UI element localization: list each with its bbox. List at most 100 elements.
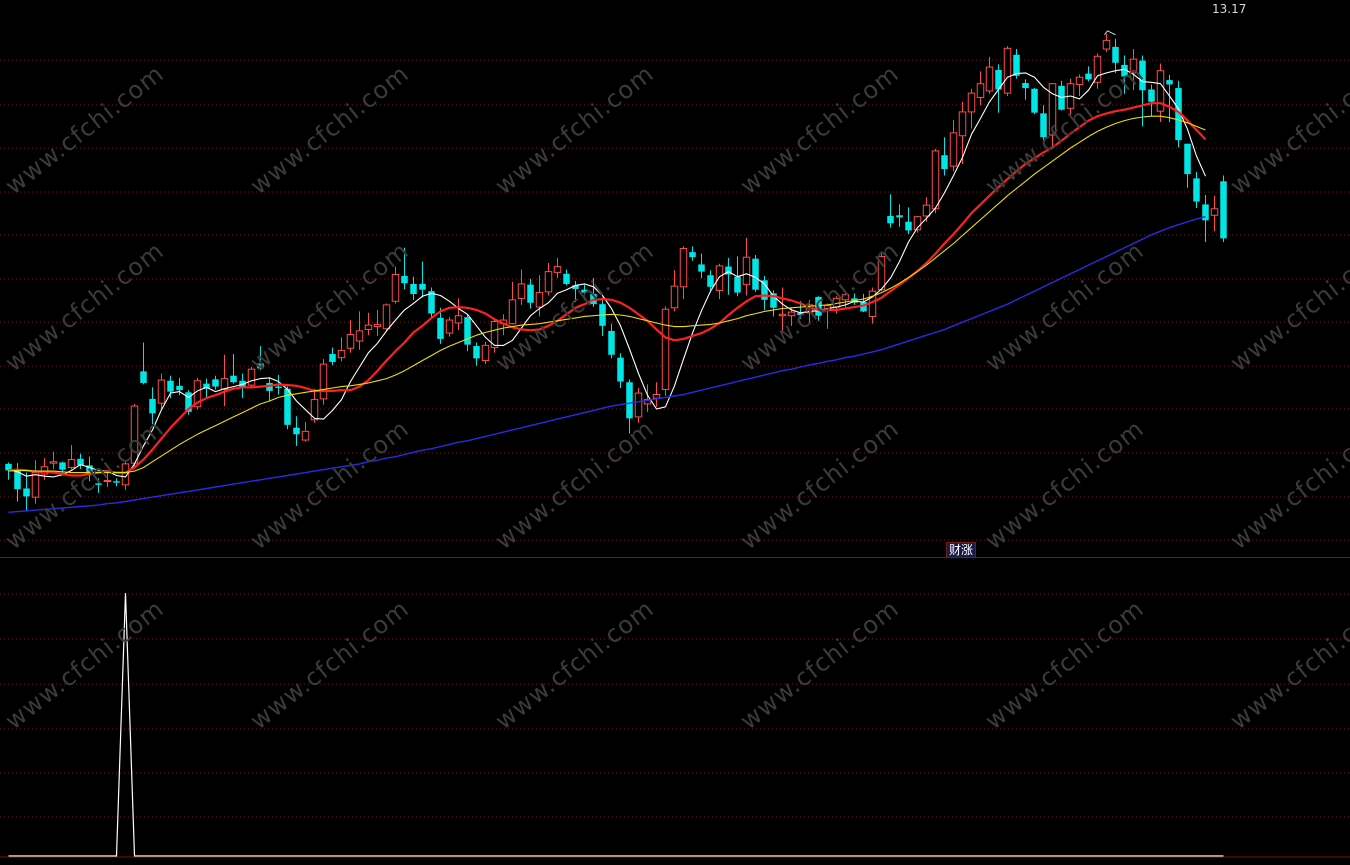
candle-body bbox=[634, 392, 643, 418]
candle-body bbox=[157, 379, 166, 404]
candle bbox=[310, 388, 319, 423]
candle-body bbox=[734, 276, 741, 293]
candle bbox=[626, 379, 633, 434]
candle-body bbox=[922, 204, 931, 217]
ma60-line bbox=[8, 216, 1206, 513]
candle-body bbox=[149, 398, 156, 414]
candle bbox=[661, 306, 670, 396]
candle-body bbox=[679, 248, 688, 288]
candle-body bbox=[257, 363, 264, 369]
candle-body bbox=[1085, 73, 1092, 80]
candle bbox=[293, 416, 300, 446]
candle bbox=[149, 387, 156, 425]
candle bbox=[563, 269, 570, 286]
candle bbox=[860, 294, 867, 313]
candle bbox=[1022, 79, 1029, 100]
candle-body bbox=[319, 363, 328, 400]
candle bbox=[1184, 143, 1191, 188]
candle bbox=[346, 320, 355, 353]
candle-body bbox=[707, 275, 714, 287]
candle bbox=[1040, 105, 1047, 143]
candle-body bbox=[230, 375, 237, 383]
candle-body bbox=[617, 357, 624, 382]
candle-body bbox=[113, 481, 120, 483]
candle-body bbox=[877, 255, 886, 291]
candle bbox=[725, 257, 732, 295]
candle bbox=[329, 347, 336, 365]
candle bbox=[1220, 175, 1227, 243]
candle bbox=[67, 445, 76, 470]
candle-body bbox=[247, 368, 256, 386]
candle-body bbox=[1040, 113, 1047, 138]
candle bbox=[212, 375, 219, 390]
candle bbox=[167, 375, 174, 399]
candle-body bbox=[337, 349, 346, 359]
candle-body bbox=[176, 385, 183, 391]
candle-body bbox=[419, 283, 426, 290]
candle-body bbox=[445, 319, 454, 334]
candle bbox=[599, 297, 606, 336]
candle bbox=[1102, 33, 1111, 52]
indicator-title: 财涨 bbox=[946, 542, 977, 558]
candle bbox=[652, 382, 661, 407]
candle bbox=[454, 298, 463, 331]
candle-body bbox=[437, 317, 444, 339]
candle-body bbox=[626, 382, 633, 419]
candle-body bbox=[481, 344, 490, 362]
candle bbox=[752, 255, 759, 292]
candle-body bbox=[130, 405, 139, 464]
candle bbox=[941, 137, 948, 176]
candle-body bbox=[301, 430, 310, 441]
ma20-line bbox=[8, 115, 1206, 474]
candle bbox=[761, 275, 768, 310]
candle bbox=[1066, 78, 1075, 117]
candle-body bbox=[140, 371, 147, 383]
candle-body bbox=[401, 275, 408, 284]
candle bbox=[958, 101, 967, 164]
candle bbox=[86, 456, 93, 482]
candle-body bbox=[581, 289, 588, 293]
candle bbox=[140, 342, 147, 385]
candle-body bbox=[284, 388, 291, 425]
candle-body bbox=[373, 323, 382, 328]
candle bbox=[698, 253, 705, 279]
candle-body bbox=[742, 256, 751, 286]
candle-body bbox=[949, 132, 958, 167]
candle-body bbox=[553, 266, 562, 273]
candle-body bbox=[95, 483, 102, 485]
candle bbox=[896, 204, 903, 227]
candle bbox=[473, 342, 480, 366]
candle bbox=[679, 246, 688, 300]
candle bbox=[778, 287, 787, 334]
candle bbox=[301, 421, 310, 442]
candle-body bbox=[382, 304, 391, 330]
candle bbox=[590, 278, 597, 308]
candle-body bbox=[67, 459, 76, 469]
candle-body bbox=[698, 264, 705, 272]
candle bbox=[967, 88, 976, 129]
candle-body bbox=[167, 380, 174, 392]
candle-body bbox=[941, 155, 948, 170]
candle bbox=[355, 311, 364, 350]
price-panel bbox=[0, 30, 1350, 541]
candle-body bbox=[410, 283, 417, 295]
candle bbox=[257, 346, 264, 370]
candle-body bbox=[1048, 83, 1057, 136]
candle bbox=[770, 290, 777, 317]
candle bbox=[670, 270, 679, 312]
candle-body bbox=[1093, 55, 1102, 83]
candle bbox=[1058, 80, 1065, 111]
candle-body bbox=[49, 461, 58, 464]
candle bbox=[130, 403, 139, 467]
candle bbox=[527, 278, 534, 309]
candle-body bbox=[355, 330, 364, 342]
candle-body bbox=[1075, 76, 1084, 85]
candle bbox=[266, 377, 273, 402]
candle bbox=[985, 56, 994, 94]
candle bbox=[976, 71, 985, 106]
candle bbox=[1129, 49, 1138, 91]
candle bbox=[887, 194, 894, 228]
candle bbox=[572, 281, 579, 302]
candle bbox=[617, 353, 624, 389]
candle bbox=[1093, 53, 1102, 89]
